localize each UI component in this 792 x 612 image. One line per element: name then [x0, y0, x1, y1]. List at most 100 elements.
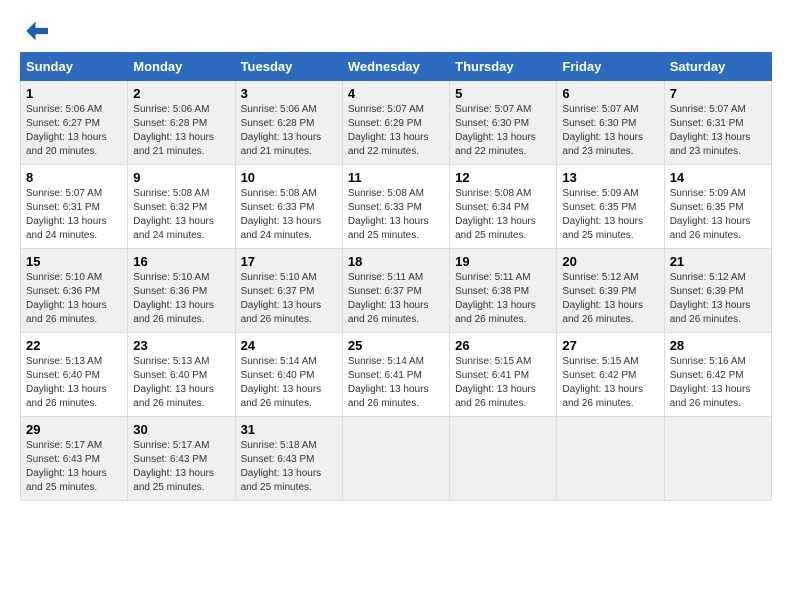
day-info: Sunrise: 5:07 AMSunset: 6:30 PMDaylight:…: [455, 104, 536, 157]
day-number: 21: [670, 254, 766, 269]
day-number: 3: [241, 86, 337, 101]
day-of-week-header: Tuesday: [235, 53, 342, 81]
calendar-week-row: 22 Sunrise: 5:13 AMSunset: 6:40 PMDaylig…: [21, 333, 772, 417]
calendar-cell: 2 Sunrise: 5:06 AMSunset: 6:28 PMDayligh…: [128, 81, 235, 165]
day-number: 29: [26, 422, 122, 437]
day-number: 18: [348, 254, 444, 269]
day-info: Sunrise: 5:06 AMSunset: 6:27 PMDaylight:…: [26, 104, 107, 157]
calendar-cell: [342, 417, 449, 501]
day-number: 14: [670, 170, 766, 185]
day-number: 15: [26, 254, 122, 269]
calendar-cell: [664, 417, 771, 501]
calendar-cell: 26 Sunrise: 5:15 AMSunset: 6:41 PMDaylig…: [450, 333, 557, 417]
calendar-cell: 3 Sunrise: 5:06 AMSunset: 6:28 PMDayligh…: [235, 81, 342, 165]
day-info: Sunrise: 5:11 AMSunset: 6:38 PMDaylight:…: [455, 272, 536, 325]
day-number: 1: [26, 86, 122, 101]
day-number: 27: [562, 338, 658, 353]
day-number: 31: [241, 422, 337, 437]
day-number: 4: [348, 86, 444, 101]
day-info: Sunrise: 5:08 AMSunset: 6:34 PMDaylight:…: [455, 188, 536, 241]
calendar-cell: 17 Sunrise: 5:10 AMSunset: 6:37 PMDaylig…: [235, 249, 342, 333]
calendar-cell: 8 Sunrise: 5:07 AMSunset: 6:31 PMDayligh…: [21, 165, 128, 249]
day-of-week-header: Sunday: [21, 53, 128, 81]
day-number: 25: [348, 338, 444, 353]
day-info: Sunrise: 5:14 AMSunset: 6:40 PMDaylight:…: [241, 356, 322, 409]
calendar-cell: 29 Sunrise: 5:17 AMSunset: 6:43 PMDaylig…: [21, 417, 128, 501]
day-number: 19: [455, 254, 551, 269]
day-number: 6: [562, 86, 658, 101]
calendar-header: SundayMondayTuesdayWednesdayThursdayFrid…: [21, 53, 772, 81]
days-of-week-row: SundayMondayTuesdayWednesdayThursdayFrid…: [21, 53, 772, 81]
day-info: Sunrise: 5:17 AMSunset: 6:43 PMDaylight:…: [133, 440, 214, 493]
calendar-cell: 1 Sunrise: 5:06 AMSunset: 6:27 PMDayligh…: [21, 81, 128, 165]
day-info: Sunrise: 5:07 AMSunset: 6:30 PMDaylight:…: [562, 104, 643, 157]
day-info: Sunrise: 5:10 AMSunset: 6:37 PMDaylight:…: [241, 272, 322, 325]
day-of-week-header: Saturday: [664, 53, 771, 81]
day-of-week-header: Monday: [128, 53, 235, 81]
calendar-cell: 16 Sunrise: 5:10 AMSunset: 6:36 PMDaylig…: [128, 249, 235, 333]
calendar-cell: 15 Sunrise: 5:10 AMSunset: 6:36 PMDaylig…: [21, 249, 128, 333]
day-info: Sunrise: 5:14 AMSunset: 6:41 PMDaylight:…: [348, 356, 429, 409]
day-info: Sunrise: 5:08 AMSunset: 6:32 PMDaylight:…: [133, 188, 214, 241]
calendar-week-row: 15 Sunrise: 5:10 AMSunset: 6:36 PMDaylig…: [21, 249, 772, 333]
day-number: 26: [455, 338, 551, 353]
day-number: 2: [133, 86, 229, 101]
day-number: 12: [455, 170, 551, 185]
day-info: Sunrise: 5:10 AMSunset: 6:36 PMDaylight:…: [26, 272, 107, 325]
logo-icon: [20, 20, 48, 42]
day-info: Sunrise: 5:08 AMSunset: 6:33 PMDaylight:…: [241, 188, 322, 241]
day-info: Sunrise: 5:12 AMSunset: 6:39 PMDaylight:…: [562, 272, 643, 325]
day-info: Sunrise: 5:13 AMSunset: 6:40 PMDaylight:…: [133, 356, 214, 409]
calendar-cell: 7 Sunrise: 5:07 AMSunset: 6:31 PMDayligh…: [664, 81, 771, 165]
calendar-table: SundayMondayTuesdayWednesdayThursdayFrid…: [20, 52, 772, 501]
day-info: Sunrise: 5:06 AMSunset: 6:28 PMDaylight:…: [133, 104, 214, 157]
calendar-cell: 28 Sunrise: 5:16 AMSunset: 6:42 PMDaylig…: [664, 333, 771, 417]
day-info: Sunrise: 5:07 AMSunset: 6:31 PMDaylight:…: [670, 104, 751, 157]
day-number: 30: [133, 422, 229, 437]
day-number: 13: [562, 170, 658, 185]
calendar-cell: 24 Sunrise: 5:14 AMSunset: 6:40 PMDaylig…: [235, 333, 342, 417]
calendar-cell: 25 Sunrise: 5:14 AMSunset: 6:41 PMDaylig…: [342, 333, 449, 417]
calendar-cell: 4 Sunrise: 5:07 AMSunset: 6:29 PMDayligh…: [342, 81, 449, 165]
day-number: 24: [241, 338, 337, 353]
day-of-week-header: Friday: [557, 53, 664, 81]
page-header: [20, 20, 772, 42]
calendar-week-row: 1 Sunrise: 5:06 AMSunset: 6:27 PMDayligh…: [21, 81, 772, 165]
calendar-cell: 13 Sunrise: 5:09 AMSunset: 6:35 PMDaylig…: [557, 165, 664, 249]
calendar-cell: 21 Sunrise: 5:12 AMSunset: 6:39 PMDaylig…: [664, 249, 771, 333]
calendar-cell: 27 Sunrise: 5:15 AMSunset: 6:42 PMDaylig…: [557, 333, 664, 417]
calendar-week-row: 29 Sunrise: 5:17 AMSunset: 6:43 PMDaylig…: [21, 417, 772, 501]
day-info: Sunrise: 5:13 AMSunset: 6:40 PMDaylight:…: [26, 356, 107, 409]
calendar-cell: 19 Sunrise: 5:11 AMSunset: 6:38 PMDaylig…: [450, 249, 557, 333]
day-number: 10: [241, 170, 337, 185]
day-number: 28: [670, 338, 766, 353]
day-info: Sunrise: 5:06 AMSunset: 6:28 PMDaylight:…: [241, 104, 322, 157]
calendar-body: 1 Sunrise: 5:06 AMSunset: 6:27 PMDayligh…: [21, 81, 772, 501]
calendar-cell: 6 Sunrise: 5:07 AMSunset: 6:30 PMDayligh…: [557, 81, 664, 165]
day-number: 22: [26, 338, 122, 353]
calendar-cell: 18 Sunrise: 5:11 AMSunset: 6:37 PMDaylig…: [342, 249, 449, 333]
calendar-cell: 31 Sunrise: 5:18 AMSunset: 6:43 PMDaylig…: [235, 417, 342, 501]
day-number: 23: [133, 338, 229, 353]
calendar-cell: 14 Sunrise: 5:09 AMSunset: 6:35 PMDaylig…: [664, 165, 771, 249]
calendar-cell: 11 Sunrise: 5:08 AMSunset: 6:33 PMDaylig…: [342, 165, 449, 249]
calendar-cell: 23 Sunrise: 5:13 AMSunset: 6:40 PMDaylig…: [128, 333, 235, 417]
day-number: 5: [455, 86, 551, 101]
day-info: Sunrise: 5:07 AMSunset: 6:31 PMDaylight:…: [26, 188, 107, 241]
day-of-week-header: Thursday: [450, 53, 557, 81]
calendar-week-row: 8 Sunrise: 5:07 AMSunset: 6:31 PMDayligh…: [21, 165, 772, 249]
calendar-cell: 10 Sunrise: 5:08 AMSunset: 6:33 PMDaylig…: [235, 165, 342, 249]
day-of-week-header: Wednesday: [342, 53, 449, 81]
day-info: Sunrise: 5:17 AMSunset: 6:43 PMDaylight:…: [26, 440, 107, 493]
day-number: 17: [241, 254, 337, 269]
day-number: 16: [133, 254, 229, 269]
day-info: Sunrise: 5:07 AMSunset: 6:29 PMDaylight:…: [348, 104, 429, 157]
calendar-cell: [557, 417, 664, 501]
day-info: Sunrise: 5:15 AMSunset: 6:42 PMDaylight:…: [562, 356, 643, 409]
day-number: 8: [26, 170, 122, 185]
logo: [20, 20, 52, 42]
calendar-cell: 30 Sunrise: 5:17 AMSunset: 6:43 PMDaylig…: [128, 417, 235, 501]
day-info: Sunrise: 5:10 AMSunset: 6:36 PMDaylight:…: [133, 272, 214, 325]
day-info: Sunrise: 5:15 AMSunset: 6:41 PMDaylight:…: [455, 356, 536, 409]
calendar-cell: 22 Sunrise: 5:13 AMSunset: 6:40 PMDaylig…: [21, 333, 128, 417]
